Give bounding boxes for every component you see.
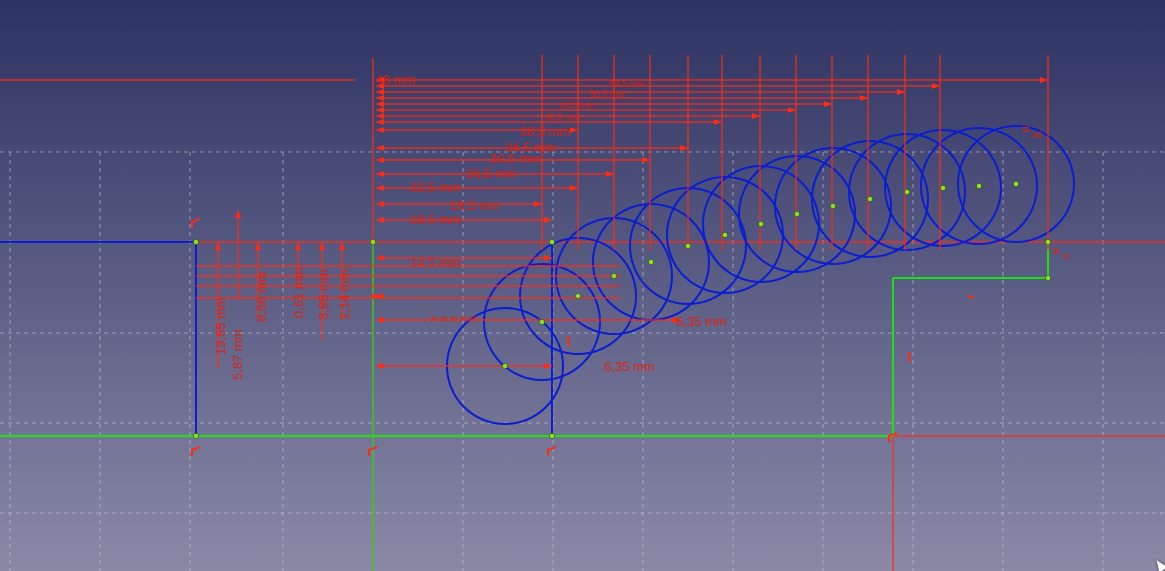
sketch-vertex[interactable] [370, 239, 376, 245]
dim-6-35-b[interactable]: 6,35 mm [604, 359, 655, 374]
dim-50-5[interactable]: 50,5 mm [590, 89, 625, 99]
equal-constraint-icon: = [1052, 244, 1060, 259]
sketch-vertex[interactable] [575, 293, 581, 299]
dim-13-65[interactable]: 13,65 mm [213, 297, 228, 355]
dim-6-35-a[interactable]: 6,35 mm [676, 314, 727, 329]
sketch-vertex[interactable] [648, 259, 654, 265]
vertical-constraint-icon [567, 335, 570, 347]
sketch-canvas[interactable]: 48 mm 38,5 mm 34,5 mm 30,5 mm 26,5 mm 22… [0, 0, 1165, 571]
dim-48[interactable]: 48 mm [376, 72, 416, 87]
dim-5-87[interactable]: 5,87 mm [230, 329, 245, 380]
sketch-vertex[interactable] [193, 239, 199, 245]
sketch-vertex[interactable] [976, 183, 982, 189]
sketch-vertex[interactable] [830, 203, 836, 209]
dim-54-5[interactable]: 54,5 mm [610, 79, 645, 89]
sketch-vertex[interactable] [794, 211, 800, 217]
dim-26-5[interactable]: 26,5 mm [466, 166, 517, 181]
sketch-vertex[interactable] [940, 185, 946, 191]
sketch-vertex[interactable] [502, 363, 508, 369]
dim-8-58[interactable]: 8,58 mm [254, 271, 269, 322]
sketch-vertex[interactable] [549, 433, 555, 439]
dim-42-5[interactable]: 42,5 mm [545, 112, 580, 122]
sketch-vertex[interactable] [685, 243, 691, 249]
dim-30-5[interactable]: 30,5 mm [490, 151, 541, 166]
equal-constraint-icon: = [1022, 122, 1030, 137]
sketch-vertex[interactable] [722, 232, 728, 238]
sketch-vertex[interactable] [193, 433, 199, 439]
sketch-vertex[interactable] [611, 273, 617, 279]
sketch-vertex[interactable] [1045, 239, 1051, 245]
sketch-vertex[interactable] [1013, 181, 1019, 187]
dim-18-5-b[interactable]: 18,5 mm [410, 212, 461, 227]
sketch-vertex[interactable] [758, 221, 764, 227]
sketch-vertex[interactable] [904, 189, 910, 195]
vertical-constraint-icon [908, 351, 911, 363]
dim-3-85[interactable]: 3,85 mm [316, 269, 331, 320]
sketch-vertex[interactable] [867, 196, 873, 202]
equal-constraint-label-40[interactable]: 40 [1062, 254, 1070, 261]
dim-14-5[interactable]: 14,5 mm [410, 255, 461, 270]
sketch-vertex[interactable] [549, 239, 555, 245]
dim-22-5[interactable]: 22,5 mm [410, 180, 461, 195]
sketch-vertex[interactable] [1045, 275, 1051, 281]
dim-38-5[interactable]: 38,5 mm [520, 124, 571, 139]
dim-2-14[interactable]: 2,14 mm [337, 269, 352, 320]
equal-constraint-row[interactable]: 36 36 36 36 36 [430, 316, 477, 323]
dim-0-61[interactable]: 0,61 mm [291, 267, 306, 318]
equal-constraint-label[interactable]: 36 [1032, 130, 1042, 140]
dim-18-5-a[interactable]: 18,5 mm [450, 198, 501, 213]
sketch-vertex[interactable] [539, 319, 545, 325]
sketcher-3d-view[interactable]: 48 mm 38,5 mm 34,5 mm 30,5 mm 26,5 mm 22… [0, 0, 1165, 571]
dim-46-5[interactable]: 46,5 mm [560, 100, 595, 110]
